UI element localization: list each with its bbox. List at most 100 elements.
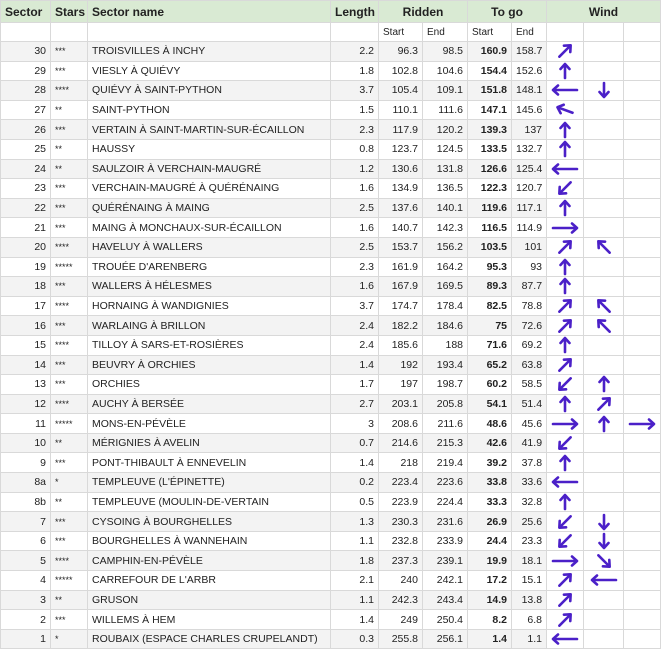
wind-arrow-icon bbox=[546, 236, 585, 258]
togo-end: 13.8 bbox=[511, 589, 548, 611]
wind-empty-cell bbox=[623, 628, 662, 650]
header-sector: Sector bbox=[0, 0, 51, 23]
sector-number: 8b bbox=[0, 491, 51, 513]
ridden-end: 256.1 bbox=[421, 628, 469, 650]
wind-empty-cell bbox=[623, 197, 662, 219]
togo-end: 25.6 bbox=[511, 511, 548, 532]
wind-arrow-icon bbox=[546, 256, 585, 278]
table-row: 4 ***** Carrefour de l'Arbr 2.1 240 242.1 17.2… bbox=[0, 570, 662, 591]
sector-stars: *** bbox=[50, 276, 88, 297]
sector-name: Verchain-Maugré à Quérénaing bbox=[87, 178, 331, 199]
wind-arrow-icon bbox=[546, 530, 585, 552]
sector-stars: ** bbox=[50, 99, 88, 121]
sector-number: 27 bbox=[0, 99, 51, 121]
sector-number: 1 bbox=[0, 628, 51, 650]
ridden-start: 223.9 bbox=[378, 491, 423, 513]
sector-stars: ** bbox=[50, 491, 88, 513]
wind-empty-cell bbox=[583, 178, 625, 199]
wind-up-left-arrow-icon bbox=[596, 299, 611, 313]
table-row: 19 ***** Trouée d'Arenberg 2.3 161.9 164.2 95.… bbox=[0, 256, 662, 278]
togo-end: 87.7 bbox=[511, 276, 548, 297]
ridden-start: 214.6 bbox=[378, 432, 423, 454]
wind-empty-cell bbox=[583, 432, 625, 454]
sector-stars: *** bbox=[50, 452, 88, 474]
wind-empty-cell bbox=[623, 60, 662, 82]
table-row: 15 **** Tilloy à Sars-et-Rosières 2.4 185.6 1… bbox=[0, 334, 662, 356]
togo-start: 17.2 bbox=[467, 570, 513, 591]
wind-arrow-icon bbox=[583, 374, 625, 395]
sector-number: 6 bbox=[0, 530, 51, 552]
wind-up-arrow-icon bbox=[559, 278, 571, 295]
ridden-end: 178.4 bbox=[421, 295, 469, 317]
wind-arrow-icon bbox=[546, 334, 585, 356]
sector-stars: *** bbox=[50, 60, 88, 82]
wind-empty-cell bbox=[623, 393, 662, 415]
togo-start: 39.2 bbox=[467, 452, 513, 474]
ridden-end: 223.6 bbox=[421, 472, 469, 493]
wind-down-arrow-icon bbox=[597, 82, 610, 99]
togo-end: 69.2 bbox=[511, 334, 548, 356]
sector-number: 9 bbox=[0, 452, 51, 474]
wind-up-right-arrow-icon bbox=[558, 240, 572, 255]
togo-end: 45.6 bbox=[511, 413, 548, 434]
sector-stars: *** bbox=[50, 315, 88, 336]
sector-name: Templeuve (Moulin-de-Vertain bbox=[87, 491, 331, 513]
table-row: 8a * Templeuve (L'Épinette) 0.2 223.4 223.6 33… bbox=[0, 472, 662, 493]
togo-end: 41.9 bbox=[511, 432, 548, 454]
wind-empty-cell bbox=[583, 60, 625, 82]
togo-end: 72.6 bbox=[511, 315, 548, 336]
sector-stars: ** bbox=[50, 138, 88, 160]
togo-start: 65.2 bbox=[467, 354, 513, 376]
togo-end: 63.8 bbox=[511, 354, 548, 376]
wind-empty-cell bbox=[623, 80, 662, 101]
wind-empty-cell bbox=[583, 354, 625, 376]
wind-left-arrow-icon bbox=[551, 163, 579, 175]
ridden-start: 130.6 bbox=[378, 158, 423, 180]
togo-end: 1.1 bbox=[511, 628, 548, 650]
togo-start: 75 bbox=[467, 315, 513, 336]
ridden-start: 96.3 bbox=[378, 41, 423, 62]
wind-empty-cell bbox=[623, 334, 662, 356]
ridden-start: 182.2 bbox=[378, 315, 423, 336]
sector-stars: *** bbox=[50, 374, 88, 395]
wind-left-arrow-icon bbox=[551, 84, 579, 97]
togo-start: 19.9 bbox=[467, 550, 513, 572]
wind-empty-cell bbox=[583, 217, 625, 238]
sector-stars: **** bbox=[50, 334, 88, 356]
ridden-start: 102.8 bbox=[378, 60, 423, 82]
sector-name: Auchy à Bersée bbox=[87, 393, 331, 415]
wind-empty-cell bbox=[583, 628, 625, 650]
sector-stars: *** bbox=[50, 119, 88, 140]
wind-arrow-icon bbox=[546, 511, 585, 532]
wind-arrow-icon bbox=[583, 315, 625, 336]
ridden-start: 249 bbox=[378, 609, 423, 630]
wind-arrow-icon bbox=[546, 393, 585, 415]
sector-number: 30 bbox=[0, 41, 51, 62]
sector-name: Haveluy à Wallers bbox=[87, 236, 331, 258]
sector-length: 0.8 bbox=[330, 138, 379, 160]
table-row: 16 *** Warlaing à Brillon 2.4 182.2 184.6 75 72… bbox=[0, 315, 662, 336]
ridden-start: 197 bbox=[378, 374, 423, 395]
ridden-start: 137.6 bbox=[378, 197, 423, 219]
table-row: 22 *** Quérénaing à Maing 2.5 137.6 140.1 119.… bbox=[0, 197, 662, 219]
wind-arrow-icon bbox=[546, 452, 585, 474]
table-row: 25 ** Haussy 0.8 123.7 124.5 133.5 132.7 bbox=[0, 138, 662, 160]
sector-stars: *** bbox=[50, 41, 88, 62]
table-row: 26 *** Vertain à Saint-Martin-sur-Écaillon… bbox=[0, 119, 662, 140]
wind-up-right-arrow-icon bbox=[596, 397, 611, 411]
subheader-ridden-end: End bbox=[421, 22, 469, 42]
ridden-end: 124.5 bbox=[421, 138, 469, 160]
sector-length: 1.4 bbox=[330, 354, 379, 376]
ridden-start: 192 bbox=[378, 354, 423, 376]
sector-number: 29 bbox=[0, 60, 51, 82]
sector-stars: **** bbox=[50, 295, 88, 317]
table-body: 30 *** Troisvilles à Inchy 2.2 96.3 98.5 160.9… bbox=[0, 41, 662, 650]
header-wind: Wind bbox=[546, 0, 662, 23]
wind-arrow-icon bbox=[546, 197, 585, 219]
wind-down-right-arrow-icon bbox=[596, 553, 611, 568]
ridden-end: 98.5 bbox=[421, 41, 469, 62]
wind-arrow-icon bbox=[546, 491, 585, 513]
ridden-end: 164.2 bbox=[421, 256, 469, 278]
wind-empty-cell bbox=[623, 472, 662, 493]
wind-arrow-icon bbox=[583, 570, 625, 591]
